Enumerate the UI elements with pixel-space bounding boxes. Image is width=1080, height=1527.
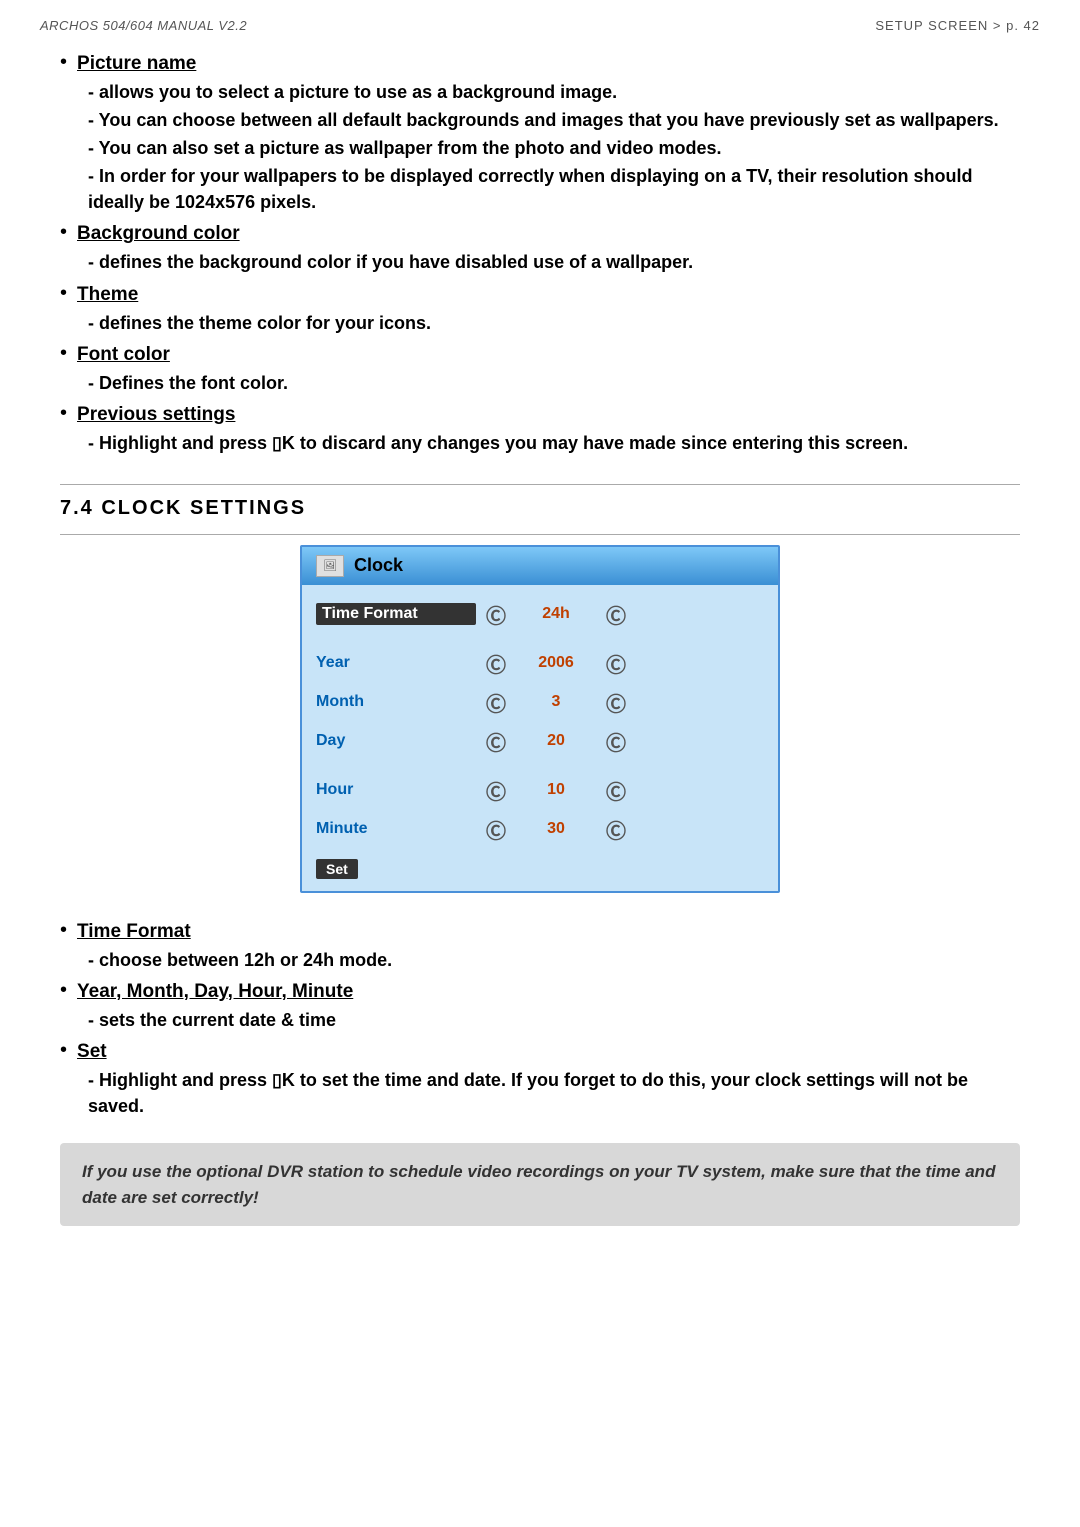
- bullet-dot: •: [60, 402, 67, 425]
- bullet-subs-picture-name: - allows you to select a picture to use …: [60, 79, 1020, 215]
- bullet-sub-item: - Defines the font color.: [88, 370, 1020, 396]
- clock-row-label: Day: [316, 732, 476, 750]
- bullet-title-theme: Theme: [77, 284, 138, 306]
- bullet-title-picture-name: Picture name: [77, 53, 196, 75]
- clock-widget: 🖼 Clock Time FormatⒸ24hⒸYearⒸ2006ⒸMonthⒸ…: [300, 545, 780, 893]
- clock-icon: 🖼: [316, 555, 344, 577]
- bullet-section-theme: • Theme - defines the theme color for your…: [60, 284, 1020, 336]
- clock-row-label: Time Format: [316, 603, 476, 625]
- clock-right-arrow-icon[interactable]: Ⓒ: [596, 815, 636, 844]
- bullet-title-set: Set: [77, 1041, 107, 1063]
- bullet-section-time-format: • Time Format - choose between 12h or 24h …: [60, 921, 1020, 973]
- bullet-subs-set: - Highlight and press ▯K to set the time…: [60, 1067, 1020, 1119]
- clock-widget-title: Clock: [354, 555, 403, 576]
- clock-left-arrow-icon[interactable]: Ⓒ: [476, 649, 516, 678]
- bullet-section-set: • Set - Highlight and press ▯K to set the …: [60, 1041, 1020, 1119]
- bullet-item-time-format: • Time Format: [60, 921, 1020, 943]
- bullet-subs-year-month-day: - sets the current date & time: [60, 1007, 1020, 1033]
- bullet-item-font-color: • Font color: [60, 344, 1020, 366]
- bullet-dot: •: [60, 51, 67, 74]
- bullet-section-picture-name: • Picture name - allows you to select a pi…: [60, 53, 1020, 215]
- clock-row-label: Minute: [316, 820, 476, 838]
- section-title-74: 7.4 CLOCK SETTINGS: [60, 497, 1020, 520]
- bullet-section-previous-settings: • Previous settings - Highlight and press …: [60, 404, 1020, 456]
- bullet-section-font-color: • Font color - Defines the font color.: [60, 344, 1020, 396]
- bullet-item-theme: • Theme: [60, 284, 1020, 306]
- note-box: If you use the optional DVR station to s…: [60, 1143, 1020, 1226]
- bullet-dot: •: [60, 919, 67, 942]
- clock-left-arrow-icon[interactable]: Ⓒ: [476, 776, 516, 805]
- bullet-sub-item: - Highlight and press ▯K to set the time…: [88, 1067, 1020, 1119]
- bullet-sub-item: - defines the theme color for your icons…: [88, 310, 1020, 336]
- bullet-title-background-color: Background color: [77, 223, 240, 245]
- bullet-section-year-month-day: • Year, Month, Day, Hour, Minute - sets th…: [60, 981, 1020, 1033]
- header-right: SETUP SCREEN > p. 42: [875, 18, 1040, 33]
- clock-widget-header: 🖼 Clock: [302, 547, 778, 585]
- clock-right-arrow-icon[interactable]: Ⓒ: [596, 727, 636, 756]
- clock-right-arrow-icon[interactable]: Ⓒ: [596, 600, 636, 629]
- clock-left-arrow-icon[interactable]: Ⓒ: [476, 727, 516, 756]
- clock-row-label: Year: [316, 654, 476, 672]
- clock-row-value: 20: [516, 732, 596, 750]
- bullet-subs-font-color: - Defines the font color.: [60, 370, 1020, 396]
- bullet-dot: •: [60, 342, 67, 365]
- bullet-subs-background-color: - defines the background color if you ha…: [60, 249, 1020, 275]
- clock-left-arrow-icon[interactable]: Ⓒ: [476, 688, 516, 717]
- bullet-list-2: • Time Format - choose between 12h or 24h …: [60, 921, 1020, 1119]
- note-text: If you use the optional DVR station to s…: [82, 1162, 995, 1207]
- clock-row-value: 10: [516, 781, 596, 799]
- header-left: ARCHOS 504/604 MANUAL V2.2: [40, 18, 247, 33]
- clock-row-value: 3: [516, 693, 596, 711]
- bullet-dot: •: [60, 221, 67, 244]
- section-divider-2: [60, 534, 1020, 535]
- clock-set-row: Set: [316, 849, 764, 879]
- clock-row-value: 30: [516, 820, 596, 838]
- bullet-sub-item: - allows you to select a picture to use …: [88, 79, 1020, 105]
- clock-widget-body: Time FormatⒸ24hⒸYearⒸ2006ⒸMonthⒸ3ⒸDayⒸ20…: [302, 585, 778, 891]
- clock-row-label: Month: [316, 693, 476, 711]
- clock-right-arrow-icon[interactable]: Ⓒ: [596, 649, 636, 678]
- bullet-list-1: • Picture name - allows you to select a pi…: [60, 53, 1020, 456]
- bullet-dot: •: [60, 979, 67, 1002]
- clock-row-month: MonthⒸ3Ⓒ: [316, 683, 764, 722]
- bullet-sub-item: - In order for your wallpapers to be dis…: [88, 163, 1020, 215]
- clock-row-time-format: Time FormatⒸ24hⒸ: [316, 595, 764, 634]
- clock-row-year: YearⒸ2006Ⓒ: [316, 644, 764, 683]
- bullet-title-time-format: Time Format: [77, 921, 191, 943]
- bullet-item-background-color: • Background color: [60, 223, 1020, 245]
- clock-row-value: 24h: [516, 605, 596, 623]
- bullet-sub-item: - defines the background color if you ha…: [88, 249, 1020, 275]
- clock-row-minute: MinuteⒸ30Ⓒ: [316, 810, 764, 849]
- set-button[interactable]: Set: [316, 859, 358, 879]
- bullet-title-font-color: Font color: [77, 344, 170, 366]
- bullet-sub-item: - You can also set a picture as wallpape…: [88, 135, 1020, 161]
- section-divider-1: [60, 484, 1020, 485]
- clock-row-label: Hour: [316, 781, 476, 799]
- bullet-subs-previous-settings: - Highlight and press ▯K to discard any …: [60, 430, 1020, 456]
- bullet-subs-theme: - defines the theme color for your icons…: [60, 310, 1020, 336]
- main-content: • Picture name - allows you to select a pi…: [0, 43, 1080, 1256]
- clock-row-hour: HourⒸ10Ⓒ: [316, 771, 764, 810]
- bullet-item-previous-settings: • Previous settings: [60, 404, 1020, 426]
- clock-left-arrow-icon[interactable]: Ⓒ: [476, 815, 516, 844]
- bullet-sub-item: - Highlight and press ▯K to discard any …: [88, 430, 1020, 456]
- bullet-item-set: • Set: [60, 1041, 1020, 1063]
- bullet-sub-item: - choose between 12h or 24h mode.: [88, 947, 1020, 973]
- page-header: ARCHOS 504/604 MANUAL V2.2 SETUP SCREEN …: [0, 0, 1080, 43]
- bullet-title-year-month-day: Year, Month, Day, Hour, Minute: [77, 981, 353, 1003]
- bullet-title-previous-settings: Previous settings: [77, 404, 235, 426]
- clock-right-arrow-icon[interactable]: Ⓒ: [596, 776, 636, 805]
- bullet-section-background-color: • Background color - defines the backgroun…: [60, 223, 1020, 275]
- bullet-sub-item: - sets the current date & time: [88, 1007, 1020, 1033]
- clock-right-arrow-icon[interactable]: Ⓒ: [596, 688, 636, 717]
- clock-row-day: DayⒸ20Ⓒ: [316, 722, 764, 761]
- bullet-subs-time-format: - choose between 12h or 24h mode.: [60, 947, 1020, 973]
- clock-row-value: 2006: [516, 654, 596, 672]
- bullet-dot: •: [60, 282, 67, 305]
- bullet-dot: •: [60, 1039, 67, 1062]
- bullet-item-year-month-day: • Year, Month, Day, Hour, Minute: [60, 981, 1020, 1003]
- bullet-item-picture-name: • Picture name: [60, 53, 1020, 75]
- clock-left-arrow-icon[interactable]: Ⓒ: [476, 600, 516, 629]
- bullet-sub-item: - You can choose between all default bac…: [88, 107, 1020, 133]
